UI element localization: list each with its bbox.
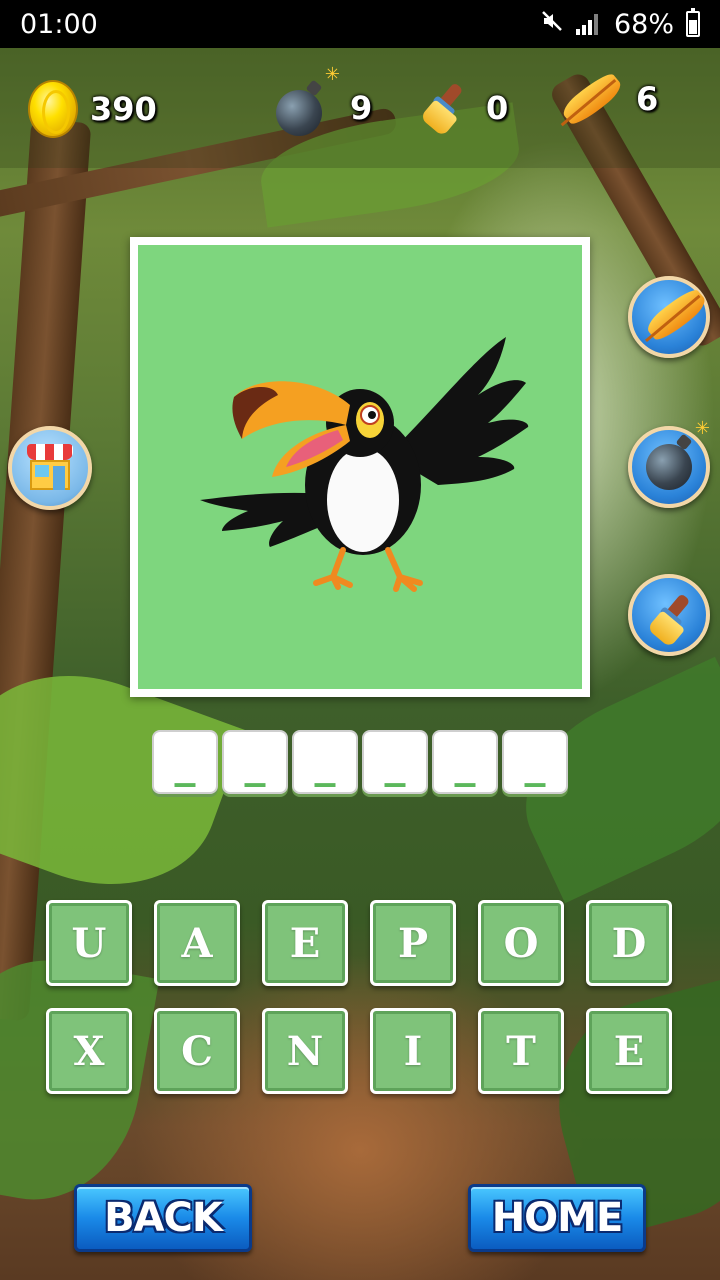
letter-tile[interactable]: C (154, 1008, 240, 1094)
mute-icon (540, 9, 564, 40)
letter-tile[interactable]: X (46, 1008, 132, 1094)
letter-row-2: X C N I T E (46, 1008, 676, 1094)
bombs-count: 9 (350, 89, 373, 127)
coins-counter: 390 (28, 80, 157, 138)
answer-slots: _ _ _ _ _ _ (152, 730, 568, 794)
brush-hint-button[interactable] (628, 574, 710, 656)
toucan-image (138, 245, 582, 689)
feather-icon (643, 293, 694, 340)
toucan-illustration (200, 337, 529, 592)
answer-slot[interactable]: _ (292, 730, 358, 794)
letter-tile[interactable]: A (154, 900, 240, 986)
battery-icon (686, 8, 700, 37)
letter-tile[interactable]: E (586, 1008, 672, 1094)
answer-slot[interactable]: _ (222, 730, 288, 794)
letter-tile[interactable]: E (262, 900, 348, 986)
letter-tile[interactable]: U (46, 900, 132, 986)
answer-slot[interactable]: _ (502, 730, 568, 794)
brushes-count: 0 (486, 89, 509, 127)
letter-tile[interactable]: D (586, 900, 672, 986)
coin-icon (28, 80, 78, 138)
battery-percent: 68% (613, 8, 674, 40)
letter-tile[interactable]: T (478, 1008, 564, 1094)
bomb-hint-button[interactable] (628, 418, 710, 508)
shop-button[interactable] (8, 426, 92, 510)
letter-tiles: U A E P O D X C N I T E (46, 900, 676, 1116)
answer-slot[interactable]: _ (432, 730, 498, 794)
bomb-icon (646, 418, 710, 490)
letter-tile[interactable]: N (262, 1008, 348, 1094)
letter-tile[interactable]: O (478, 900, 564, 986)
signal-icon (575, 13, 602, 35)
home-button[interactable]: HOME (468, 1184, 646, 1252)
tree-trunk-left (0, 119, 92, 1021)
clock: 01:00 (20, 8, 98, 40)
bombs-counter: 9 (276, 64, 373, 136)
answer-slot[interactable]: _ (152, 730, 218, 794)
puzzle-picture (130, 237, 590, 697)
status-bar: 01:00 68% (0, 0, 720, 48)
feather-hint-button[interactable] (628, 276, 710, 358)
letter-tile[interactable]: I (370, 1008, 456, 1094)
status-icons: 68% (540, 8, 700, 40)
brushes-counter: 0 (418, 80, 509, 137)
shop-icon (27, 444, 73, 492)
feathers-counter: 6 (560, 80, 658, 118)
letter-row-1: U A E P O D (46, 900, 676, 986)
answer-slot[interactable]: _ (362, 730, 428, 794)
feathers-count: 6 (636, 80, 659, 118)
coins-count: 390 (90, 90, 157, 128)
letter-tile[interactable]: P (370, 900, 456, 986)
brush-icon (645, 591, 693, 648)
back-button[interactable]: BACK (74, 1184, 252, 1252)
brush-icon (418, 80, 474, 137)
bomb-icon (276, 64, 340, 136)
